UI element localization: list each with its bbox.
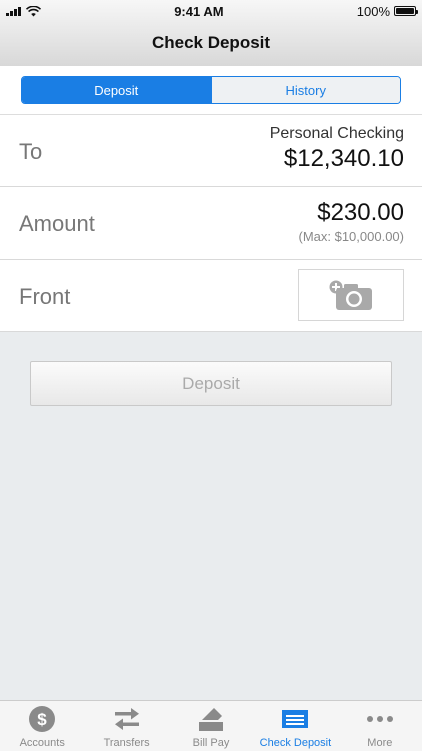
account-name: Personal Checking <box>269 125 404 142</box>
account-balance: $12,340.10 <box>283 145 404 172</box>
camera-add-icon <box>329 280 372 310</box>
deposit-button[interactable]: Deposit <box>30 361 392 406</box>
svg-text:$: $ <box>37 710 47 729</box>
battery-percent: 100% <box>356 3 390 19</box>
front-label: Front <box>19 284 71 309</box>
segment-deposit[interactable]: Deposit <box>22 77 211 103</box>
to-account-row[interactable]: To Personal Checking $12,340.10 <box>0 115 422 187</box>
wifi-icon <box>26 5 41 16</box>
amount-label: Amount <box>19 211 95 236</box>
status-time: 9:41 AM <box>174 3 224 19</box>
check-deposit-icon <box>282 710 309 728</box>
tab-label: Accounts <box>19 737 65 749</box>
tab-bill-pay[interactable]: Bill Pay <box>169 701 253 751</box>
tab-check-deposit[interactable]: Check Deposit <box>253 701 337 751</box>
amount-max: (Max: $10,000.00) <box>298 229 404 244</box>
tab-label: More <box>367 737 393 749</box>
front-camera-button[interactable] <box>298 269 404 321</box>
amount-value: $230.00 <box>317 199 404 226</box>
battery-icon <box>394 6 418 16</box>
segment-history[interactable]: History <box>210 77 400 103</box>
dollar-circle-icon: $ <box>29 706 56 732</box>
amount-row[interactable]: Amount $230.00 (Max: $10,000.00) <box>0 187 422 260</box>
tab-bar: $ Accounts Transfers Bill Pay Check Depo… <box>0 700 422 751</box>
bill-pay-icon <box>199 708 224 731</box>
segment-container: Deposit History <box>0 66 422 115</box>
status-bar: 9:41 AM 100% <box>0 0 422 22</box>
to-label: To <box>19 139 43 164</box>
tab-label: Bill Pay <box>192 737 230 749</box>
segmented-control: Deposit History <box>21 76 401 104</box>
front-image-row: Front <box>0 260 422 332</box>
tab-transfers[interactable]: Transfers <box>84 701 168 751</box>
tab-label: Check Deposit <box>259 737 332 749</box>
tab-label: Transfers <box>103 737 150 749</box>
tab-more[interactable]: More <box>338 701 422 751</box>
signal-icon <box>6 6 21 16</box>
page-title: Check Deposit <box>151 33 271 52</box>
tab-accounts[interactable]: $ Accounts <box>0 701 84 751</box>
more-dots-icon <box>366 716 393 722</box>
transfer-arrows-icon <box>114 708 139 730</box>
